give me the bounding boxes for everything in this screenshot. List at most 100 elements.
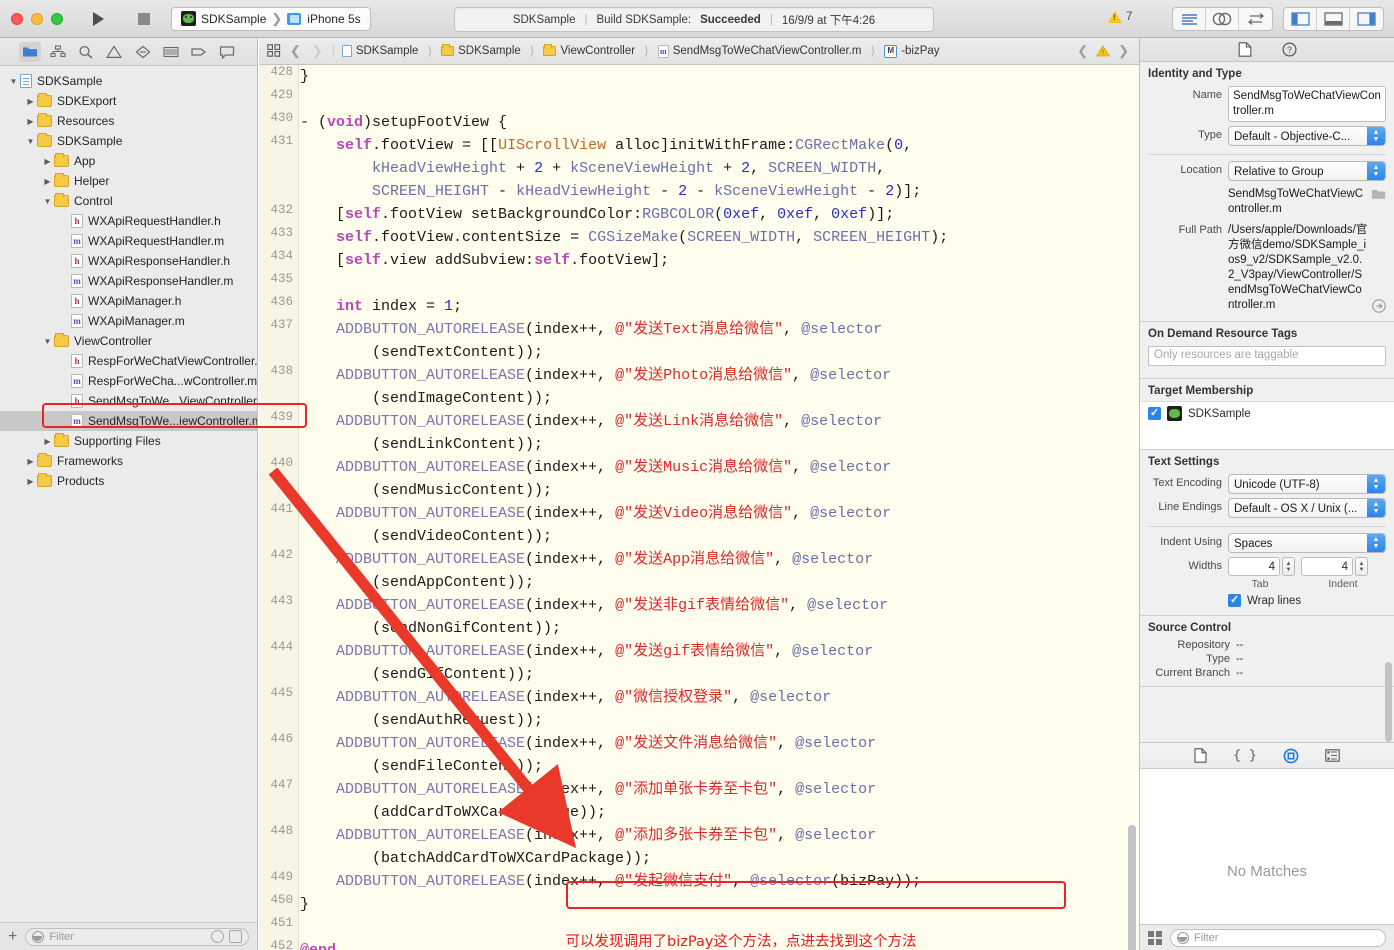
tree-row[interactable]: m WXApiResponseHandler.m <box>0 271 257 291</box>
tree-row[interactable]: SDKExport <box>0 91 257 111</box>
choose-folder-button[interactable] <box>1371 188 1386 200</box>
source-control-filter-icon[interactable] <box>229 930 242 943</box>
breadcrumb-item-4[interactable]: M -bizPay <box>884 44 940 58</box>
inspector-scrollbar[interactable] <box>1385 662 1392 742</box>
disclosure-triangle-icon[interactable] <box>8 77 19 86</box>
library-filter-field[interactable]: Filter <box>1170 928 1386 947</box>
tree-row[interactable]: h WXApiManager.h <box>0 291 257 311</box>
indent-using-popup[interactable]: Spaces ▲ ▼ <box>1228 533 1386 553</box>
tree-row[interactable]: SDKSample <box>0 71 257 91</box>
text-encoding-popup[interactable]: Unicode (UTF-8) ▲ ▼ <box>1228 474 1386 494</box>
tree-row[interactable]: h WXApiRequestHandler.h <box>0 211 257 231</box>
view-toggles-segmented-control[interactable] <box>1283 7 1384 31</box>
tree-row[interactable]: m RespForWeCha...wController.mm <box>0 371 257 391</box>
tree-row[interactable]: Products <box>0 471 257 491</box>
name-field[interactable]: SendMsgToWeChatViewController.m <box>1228 86 1386 122</box>
symbol-navigator-tab[interactable] <box>47 42 69 62</box>
target-checkbox[interactable] <box>1148 406 1161 420</box>
close-window-button[interactable] <box>11 12 23 25</box>
toggle-navigator-button[interactable] <box>1284 8 1317 30</box>
toggle-debug-area-button[interactable] <box>1317 8 1350 30</box>
editor-mode-segmented-control[interactable] <box>1172 7 1273 31</box>
tree-row[interactable]: m WXApiRequestHandler.m <box>0 231 257 251</box>
issue-navigator-tab[interactable] <box>103 42 125 62</box>
version-editor-button[interactable] <box>1239 8 1272 30</box>
next-issue-button[interactable]: ❯ <box>1116 43 1131 59</box>
editor-scrollbar[interactable] <box>1128 825 1136 950</box>
warning-badge[interactable]: 7 <box>1108 11 1132 23</box>
disclosure-triangle-icon[interactable] <box>42 337 53 346</box>
zoom-window-button[interactable] <box>51 12 63 25</box>
disclosure-triangle-icon[interactable] <box>25 137 36 146</box>
test-navigator-tab[interactable] <box>132 42 154 62</box>
file-inspector-tab[interactable] <box>1238 42 1252 57</box>
issue-warning-icon[interactable]: ! <box>1096 45 1111 57</box>
breadcrumb-item-1[interactable]: SDKSample <box>441 44 521 57</box>
disclosure-triangle-icon[interactable] <box>42 157 53 166</box>
tree-row[interactable]: m SendMsgToWe...iewController.m <box>0 411 257 431</box>
previous-issue-button[interactable]: ❮ <box>1075 43 1090 59</box>
breadcrumb-item-3[interactable]: m SendMsgToWeChatViewController.m <box>657 44 862 58</box>
tree-row[interactable]: h SendMsgToWe...ViewController.h <box>0 391 257 411</box>
reveal-in-finder-button[interactable] <box>1372 299 1386 313</box>
odr-tags-field[interactable]: Only resources are taggable <box>1148 346 1386 366</box>
scheme-selector[interactable]: SDKSample ❯ iPhone 5s <box>171 6 371 31</box>
minimize-window-button[interactable] <box>31 12 43 25</box>
find-navigator-tab[interactable] <box>75 42 97 62</box>
navigate-forward-button[interactable]: ❯ <box>310 43 325 59</box>
tree-row[interactable]: h RespForWeChatViewController.h <box>0 351 257 371</box>
tree-row[interactable]: Frameworks <box>0 451 257 471</box>
breadcrumb-item-2[interactable]: ViewController <box>543 44 635 57</box>
location-popup[interactable]: Relative to Group ▲ ▼ <box>1228 161 1386 181</box>
code-text[interactable]: } - (void)setupFootView { self.footView =… <box>300 65 1139 950</box>
disclosure-triangle-icon[interactable] <box>25 477 36 486</box>
file-template-library-tab[interactable] <box>1194 748 1207 763</box>
quick-help-tab[interactable]: ? <box>1281 42 1297 57</box>
disclosure-triangle-icon[interactable] <box>25 117 36 126</box>
disclosure-triangle-icon[interactable] <box>25 97 36 106</box>
activity-status-bar[interactable]: SDKSample | Build SDKSample: Succeeded |… <box>454 7 934 32</box>
navigate-back-button[interactable]: ❮ <box>288 43 303 59</box>
recent-files-filter-icon[interactable] <box>211 930 224 943</box>
tab-width-stepper[interactable]: ▲ ▼ <box>1282 557 1295 576</box>
type-popup[interactable]: Default - Objective-C... ▲ ▼ <box>1228 126 1386 146</box>
add-file-button[interactable]: + <box>8 928 17 945</box>
stop-button[interactable] <box>127 7 161 31</box>
object-library-tab[interactable] <box>1283 748 1299 764</box>
assistant-editor-button[interactable] <box>1206 8 1239 30</box>
target-membership-row[interactable]: SDKSample <box>1140 401 1394 425</box>
tree-row[interactable]: Supporting Files <box>0 431 257 451</box>
navigator-filter-field[interactable]: Filter <box>25 927 249 946</box>
disclosure-triangle-icon[interactable] <box>42 197 53 206</box>
project-navigator-tab[interactable] <box>19 41 42 62</box>
media-library-tab[interactable] <box>1324 749 1340 762</box>
tree-row[interactable]: App <box>0 151 257 171</box>
run-button[interactable] <box>81 7 115 31</box>
tree-row[interactable]: Helper <box>0 171 257 191</box>
wrap-lines-checkbox[interactable] <box>1228 593 1241 607</box>
tree-row[interactable]: ViewController <box>0 331 257 351</box>
disclosure-triangle-icon[interactable] <box>42 437 53 446</box>
toggle-inspector-button[interactable] <box>1350 8 1383 30</box>
code-snippet-library-tab[interactable]: { } <box>1233 748 1256 763</box>
related-items-button[interactable] <box>267 44 281 58</box>
tab-width-field[interactable]: 4 <box>1228 557 1280 576</box>
report-navigator-tab[interactable] <box>216 42 238 62</box>
breadcrumb-item-0[interactable]: SDKSample <box>341 45 418 57</box>
disclosure-triangle-icon[interactable] <box>25 457 36 466</box>
debug-navigator-tab[interactable] <box>160 42 182 62</box>
tree-row[interactable]: SDKSample <box>0 131 257 151</box>
breakpoint-navigator-tab[interactable] <box>188 42 210 62</box>
tree-row[interactable]: Control <box>0 191 257 211</box>
standard-editor-button[interactable] <box>1173 8 1206 30</box>
indent-width-field[interactable]: 4 <box>1301 557 1353 576</box>
tree-row[interactable]: Resources <box>0 111 257 131</box>
tree-row[interactable]: h WXApiResponseHandler.h <box>0 251 257 271</box>
line-endings-popup[interactable]: Default - OS X / Unix (... ▲ ▼ <box>1228 498 1386 518</box>
library-view-mode-button[interactable] <box>1148 930 1162 945</box>
project-tree[interactable]: SDKSample SDKExport Resources SDKSample App H… <box>0 67 257 922</box>
indent-width-stepper[interactable]: ▲ ▼ <box>1355 557 1368 576</box>
wrap-lines-row[interactable]: Wrap lines <box>1140 590 1394 609</box>
tree-row[interactable]: m WXApiManager.m <box>0 311 257 331</box>
source-code-view[interactable]: 428 429 430 431 432 433 434 435 436 437 438 439 440 4… <box>259 65 1139 950</box>
